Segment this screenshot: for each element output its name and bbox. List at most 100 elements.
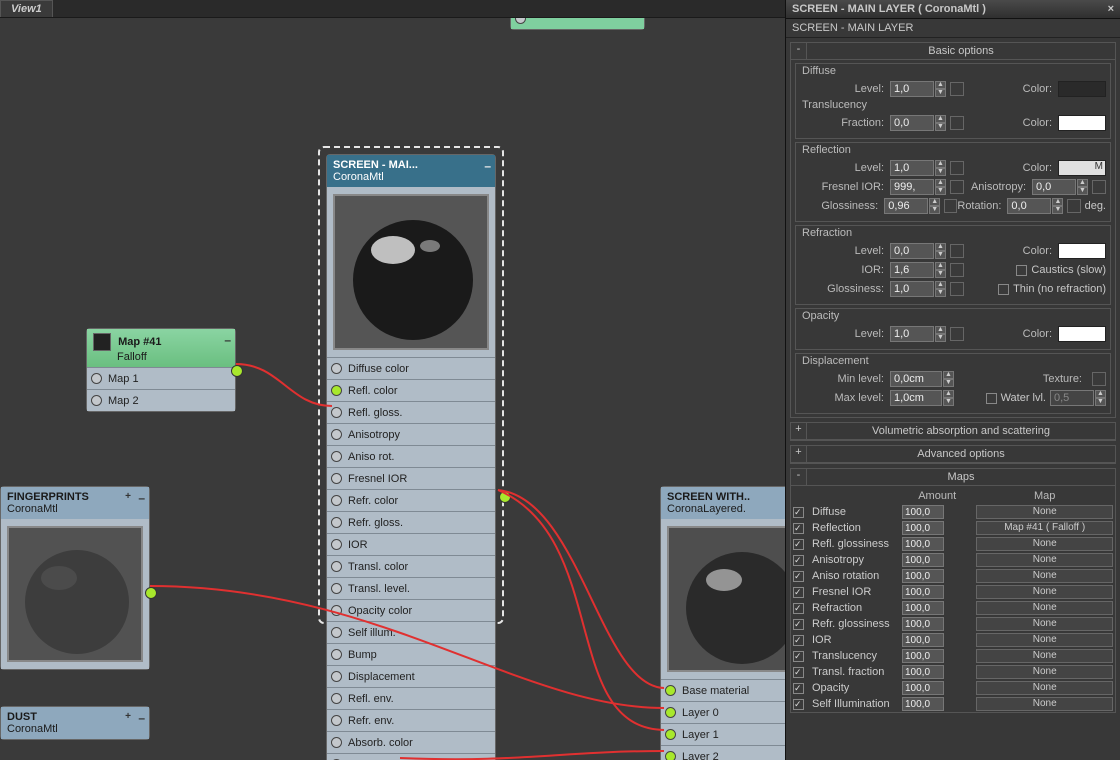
refr-gloss-input[interactable] (890, 281, 934, 297)
disp-min-input[interactable] (890, 371, 942, 387)
map-enable-checkbox[interactable] (793, 635, 804, 646)
input-opacity-color[interactable]: Opacity color (327, 599, 495, 621)
close-icon[interactable]: × (1108, 3, 1114, 15)
map-slot[interactable] (950, 82, 964, 96)
map-amount-input[interactable] (902, 601, 944, 615)
map-enable-checkbox[interactable] (793, 699, 804, 710)
input-bump[interactable]: Bump (327, 643, 495, 665)
map-enable-checkbox[interactable] (793, 651, 804, 662)
refl-color[interactable]: M (1058, 160, 1106, 176)
map-slot-button[interactable]: None (976, 537, 1113, 551)
map-slot-button[interactable]: None (976, 617, 1113, 631)
input-refl-color[interactable]: Refl. color (327, 379, 495, 401)
map-enable-checkbox[interactable] (793, 667, 804, 678)
map-amount-input[interactable] (902, 697, 944, 711)
node-map41-map1[interactable]: Map 1 (87, 367, 235, 389)
map-amount-input[interactable] (902, 617, 944, 631)
disp-texture-slot[interactable] (1092, 372, 1106, 386)
input-aniso-rot-[interactable]: Aniso rot. (327, 445, 495, 467)
node-dust[interactable]: DUST CoronaMtl + – (0, 706, 150, 740)
map-amount-input[interactable] (902, 537, 944, 551)
node-partial-top[interactable] (510, 18, 645, 30)
map-enable-checkbox[interactable] (793, 571, 804, 582)
map-slot-button[interactable]: None (976, 697, 1113, 711)
node-screen-main[interactable]: SCREEN - MAI... – CoronaMtl Diffuse colo… (326, 154, 496, 760)
input-refr-gloss-[interactable]: Refr. gloss. (327, 511, 495, 533)
map-slot-button[interactable]: None (976, 649, 1113, 663)
node-screen-layered[interactable]: SCREEN WITH.. – CoronaLayered. Base mate… (660, 486, 785, 760)
input-refr-color[interactable]: Refr. color (327, 489, 495, 511)
input-ior[interactable]: IOR (327, 533, 495, 555)
map-enable-checkbox[interactable] (793, 507, 804, 518)
map-enable-checkbox[interactable] (793, 539, 804, 550)
thin-checkbox[interactable] (998, 284, 1009, 295)
input-transl-level-[interactable]: Transl. level. (327, 577, 495, 599)
caustics-checkbox[interactable] (1016, 265, 1027, 276)
input-displacement[interactable]: Displacement (327, 665, 495, 687)
node-canvas[interactable]: Map #41 Falloff – Map 1 Map 2 FINGERPRIN… (0, 18, 785, 760)
node-fingerprints[interactable]: FINGERPRINTS CoronaMtl + – (0, 486, 150, 670)
map-slot-button[interactable]: None (976, 569, 1113, 583)
minimize-icon[interactable]: – (138, 491, 145, 505)
input-transl-color[interactable]: Transl. color (327, 555, 495, 577)
input-base-material[interactable]: Base material (661, 679, 785, 701)
map-slot-button[interactable]: None (976, 601, 1113, 615)
transl-color[interactable] (1058, 115, 1106, 131)
map-amount-input[interactable] (902, 665, 944, 679)
diffuse-level-input[interactable] (890, 81, 934, 97)
output-socket[interactable] (499, 491, 511, 503)
map-amount-input[interactable] (902, 585, 944, 599)
map-amount-input[interactable] (902, 569, 944, 583)
map-amount-input[interactable] (902, 553, 944, 567)
map-amount-input[interactable] (902, 681, 944, 695)
input-diffuse-color[interactable]: Diffuse color (327, 357, 495, 379)
aniso-input[interactable] (1032, 179, 1076, 195)
map-enable-checkbox[interactable] (793, 587, 804, 598)
view-tab[interactable]: View1 (0, 0, 53, 17)
map-amount-input[interactable] (902, 633, 944, 647)
map-amount-input[interactable] (902, 521, 944, 535)
refl-gloss-input[interactable] (884, 198, 928, 214)
minimize-icon[interactable]: – (224, 333, 231, 347)
input-layer-0[interactable]: Layer 0 (661, 701, 785, 723)
rollout-toggle[interactable]: - (791, 43, 807, 59)
map-amount-input[interactable] (902, 649, 944, 663)
output-socket[interactable] (231, 365, 243, 377)
map-amount-input[interactable] (902, 505, 944, 519)
transl-fraction-input[interactable] (890, 115, 934, 131)
refr-level-input[interactable] (890, 243, 934, 259)
map-slot[interactable] (950, 116, 964, 130)
minimize-icon[interactable]: – (484, 159, 491, 173)
map-enable-checkbox[interactable] (793, 555, 804, 566)
rollout-volumetric[interactable]: + Volumetric absorption and scattering (790, 422, 1116, 441)
fresnel-input[interactable] (890, 179, 934, 195)
map-slot-button[interactable]: None (976, 665, 1113, 679)
output-socket[interactable] (145, 587, 157, 599)
map-slot-button[interactable]: None (976, 553, 1113, 567)
map-enable-checkbox[interactable] (793, 619, 804, 630)
rollout-advanced[interactable]: + Advanced options (790, 445, 1116, 464)
minimize-icon[interactable]: – (138, 711, 145, 725)
water-checkbox[interactable] (986, 393, 997, 404)
input-absorb-color[interactable]: Absorb. color (327, 731, 495, 753)
input-layer-2[interactable]: Layer 2 (661, 745, 785, 760)
node-map41[interactable]: Map #41 Falloff – Map 1 Map 2 (86, 328, 236, 412)
map-slot-button[interactable]: None (976, 505, 1113, 519)
opacity-color[interactable] (1058, 326, 1106, 342)
map-enable-checkbox[interactable] (793, 683, 804, 694)
map-slot-button[interactable]: None (976, 681, 1113, 695)
disp-max-input[interactable] (890, 390, 942, 406)
input-self-illum-[interactable]: Self illum. (327, 621, 495, 643)
input-refl-gloss-[interactable]: Refl. gloss. (327, 401, 495, 423)
rot-input[interactable] (1007, 198, 1051, 214)
map-slot-button[interactable]: None (976, 633, 1113, 647)
input-refl-env-[interactable]: Refl. env. (327, 687, 495, 709)
input-scatter-color[interactable]: Scatter color (327, 753, 495, 760)
input-refr-env-[interactable]: Refr. env. (327, 709, 495, 731)
input-layer-1[interactable]: Layer 1 (661, 723, 785, 745)
input-fresnel-ior[interactable]: Fresnel IOR (327, 467, 495, 489)
refl-level-input[interactable] (890, 160, 934, 176)
map-slot-button[interactable]: None (976, 585, 1113, 599)
map-enable-checkbox[interactable] (793, 523, 804, 534)
refr-color[interactable] (1058, 243, 1106, 259)
